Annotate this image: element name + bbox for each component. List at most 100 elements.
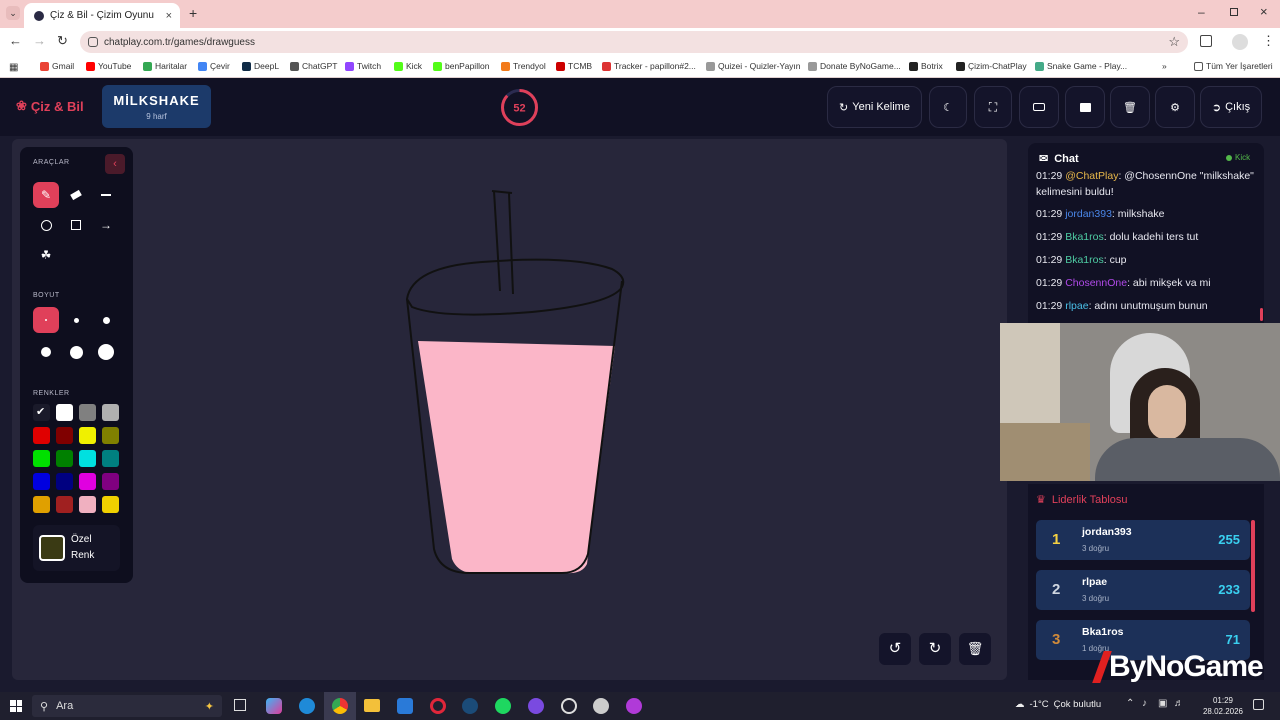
tab-list-icon[interactable]: ⌄ xyxy=(6,6,20,20)
drawing-canvas[interactable] xyxy=(12,139,1007,680)
apps-grid-icon[interactable]: ▦ xyxy=(9,62,18,73)
undo-button[interactable]: ↺ xyxy=(879,633,911,665)
trash-button[interactable]: 🗑 xyxy=(1110,86,1150,128)
rectangle-tool[interactable] xyxy=(63,212,89,238)
color-swatch[interactable] xyxy=(56,427,73,444)
new-tab-icon[interactable]: + xyxy=(189,5,197,21)
redo-button[interactable]: ↻ xyxy=(919,633,951,665)
size-option[interactable] xyxy=(33,339,59,365)
chat-username[interactable]: @ChatPlay xyxy=(1065,170,1118,182)
color-swatch[interactable] xyxy=(102,473,119,490)
size-option[interactable] xyxy=(93,307,119,333)
line-tool[interactable] xyxy=(93,182,119,208)
bookmark-item[interactable]: Çevir xyxy=(198,61,230,71)
bookmark-item[interactable]: Botrix xyxy=(909,61,943,71)
color-swatch[interactable] xyxy=(102,450,119,467)
bookmark-item[interactable]: Donate ByNoGame... xyxy=(808,61,901,71)
copilot-icon[interactable] xyxy=(266,698,282,714)
arrow-tool[interactable]: → xyxy=(93,212,119,238)
volume-icon[interactable]: ♬ xyxy=(1174,698,1184,709)
color-swatch[interactable] xyxy=(79,496,96,513)
color-swatch[interactable] xyxy=(33,427,50,444)
taskbar-search[interactable]: ⚲ Ara ✦ xyxy=(32,695,222,717)
reload-icon[interactable]: ↻ xyxy=(57,33,68,49)
bookmark-item[interactable]: Snake Game - Play... xyxy=(1035,61,1127,71)
notifications-icon[interactable] xyxy=(1253,699,1264,710)
color-swatch[interactable] xyxy=(79,427,96,444)
size-option[interactable] xyxy=(63,307,89,333)
bookmark-item[interactable]: Trendyol xyxy=(501,61,546,71)
chat-username[interactable]: ChosennOne xyxy=(1065,277,1127,289)
color-swatch[interactable] xyxy=(33,473,50,490)
color-swatch[interactable] xyxy=(56,450,73,467)
collapse-panel-button[interactable]: ‹ xyxy=(105,154,125,174)
circle-tool[interactable] xyxy=(33,212,59,238)
extensions-icon[interactable] xyxy=(1200,35,1212,47)
all-bookmarks[interactable]: Tüm Yer İşaretleri xyxy=(1194,61,1273,71)
back-icon[interactable]: ← xyxy=(9,33,22,48)
start-button[interactable] xyxy=(10,700,22,712)
minimize-icon[interactable]: – xyxy=(1198,5,1205,19)
weather-widget[interactable]: ☁ -1°C Çok bulutlu xyxy=(1015,699,1101,710)
app-icon[interactable] xyxy=(626,698,642,714)
steam-icon[interactable] xyxy=(462,698,478,714)
tray-chevron-icon[interactable]: ⌃ xyxy=(1126,698,1134,709)
color-swatch[interactable] xyxy=(102,496,119,513)
bookmark-item[interactable]: Tracker - papillon#2... xyxy=(602,61,696,71)
color-swatch[interactable] xyxy=(56,404,73,421)
settings-button[interactable]: ⚙ xyxy=(1155,86,1195,128)
brush-tool[interactable]: ✎ xyxy=(33,182,59,208)
chat-username[interactable]: rlpae xyxy=(1065,300,1088,312)
color-swatch[interactable] xyxy=(33,496,50,513)
dark-mode-button[interactable]: ☾ xyxy=(929,86,967,128)
new-word-button[interactable]: ↻ Yeni Kelime xyxy=(827,86,922,128)
fill-tool[interactable]: ☘ xyxy=(33,242,59,268)
clock[interactable]: 01:29 28.02.2026 xyxy=(1198,695,1248,717)
bookmark-item[interactable]: TCMB xyxy=(556,61,592,71)
leaderboard-scrollbar[interactable] xyxy=(1251,520,1255,612)
chat-username[interactable]: Bka1ros xyxy=(1065,231,1104,243)
network-icon[interactable]: ▣ xyxy=(1158,698,1167,709)
color-swatch[interactable] xyxy=(79,473,96,490)
archive-button[interactable] xyxy=(1065,86,1105,128)
bookmark-item[interactable]: ChatGPT xyxy=(290,61,337,71)
color-swatch[interactable] xyxy=(56,473,73,490)
chat-username[interactable]: Bka1ros xyxy=(1065,254,1104,266)
file-explorer-icon[interactable] xyxy=(364,699,380,712)
exit-button[interactable]: ➲ Çıkış xyxy=(1200,86,1262,128)
url-input[interactable]: chatplay.com.tr/games/drawguess ☆ xyxy=(80,31,1188,53)
bookmark-item[interactable]: DeepL xyxy=(242,61,279,71)
fullscreen-button[interactable]: ⛶ xyxy=(974,86,1012,128)
color-swatch[interactable] xyxy=(102,404,119,421)
size-option[interactable] xyxy=(93,339,119,365)
bookmark-item[interactable]: Haritalar xyxy=(143,61,187,71)
more-bookmarks-icon[interactable]: » xyxy=(1162,61,1167,71)
color-swatch[interactable] xyxy=(79,450,96,467)
chat-username[interactable]: jordan393 xyxy=(1065,208,1112,220)
app-icon[interactable] xyxy=(593,698,609,714)
eraser-tool[interactable] xyxy=(63,182,89,208)
bookmark-item[interactable]: YouTube xyxy=(86,61,131,71)
browser-tab[interactable]: Çiz & Bil - Çizim Oyunu × xyxy=(24,3,180,28)
bookmark-item[interactable]: Twitch xyxy=(345,61,381,71)
color-swatch[interactable] xyxy=(102,427,119,444)
bookmark-item[interactable]: benPapillon xyxy=(433,61,489,71)
color-swatch[interactable] xyxy=(79,404,96,421)
profile-avatar[interactable] xyxy=(1232,34,1248,50)
chrome-icon[interactable] xyxy=(324,692,356,720)
color-swatch[interactable]: ✔ xyxy=(33,404,50,421)
restore-icon[interactable] xyxy=(1230,8,1238,16)
close-window-icon[interactable]: × xyxy=(1260,4,1268,19)
bookmark-star-icon[interactable]: ☆ xyxy=(1168,34,1180,50)
mail-icon[interactable] xyxy=(397,698,413,714)
bookmark-item[interactable]: Kick xyxy=(394,61,422,71)
menu-dots-icon[interactable]: ⋮ xyxy=(1262,33,1275,49)
forward-icon[interactable]: → xyxy=(33,33,46,48)
task-view-icon[interactable] xyxy=(234,699,246,711)
size-option[interactable] xyxy=(33,307,59,333)
app-icon[interactable] xyxy=(528,698,544,714)
bookmark-item[interactable]: Gmail xyxy=(40,61,74,71)
app-icon[interactable] xyxy=(561,698,577,714)
keyboard-button[interactable] xyxy=(1019,86,1059,128)
size-option[interactable] xyxy=(63,339,89,365)
